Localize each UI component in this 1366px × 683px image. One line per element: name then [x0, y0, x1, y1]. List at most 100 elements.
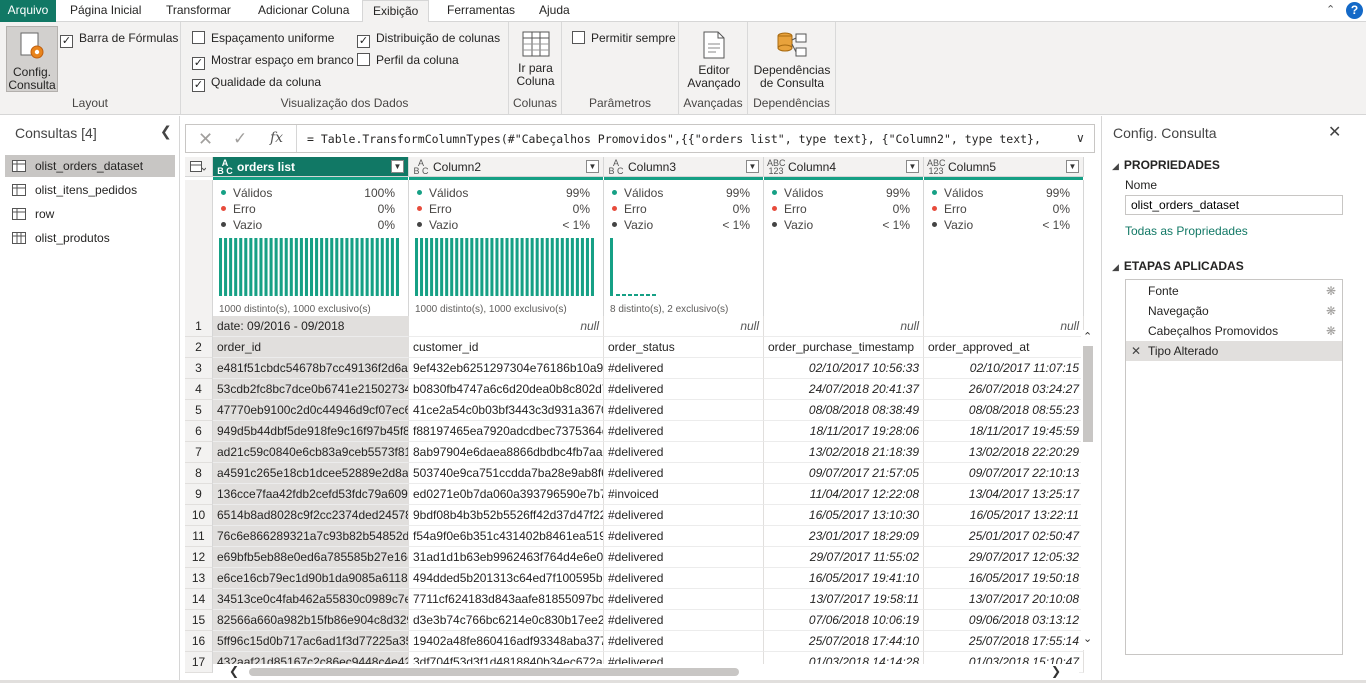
- table-cell[interactable]: #delivered: [604, 379, 764, 400]
- table-cell[interactable]: null: [409, 316, 604, 337]
- tab-adicionar-coluna[interactable]: Adicionar Coluna: [248, 0, 359, 22]
- table-cell[interactable]: date: 09/2016 - 09/2018: [213, 316, 409, 337]
- table-cell[interactable]: 47770eb9100c2d0c44946d9cf07ec65d: [213, 400, 409, 421]
- column-header-4[interactable]: ABC 123 Column5 ▼: [924, 157, 1084, 177]
- column-type-icon[interactable]: AB C: [607, 159, 625, 176]
- table-cell[interactable]: f88197465ea7920adcdbec7375364d82: [409, 421, 604, 442]
- table-cell[interactable]: null: [924, 316, 1084, 337]
- step-tipo-alterado[interactable]: ✕ Tipo Alterado: [1126, 341, 1342, 361]
- tab-ferramentas[interactable]: Ferramentas: [437, 0, 525, 22]
- column-header-2[interactable]: AB C Column3 ▼: [604, 157, 764, 177]
- query-item-olist-produtos[interactable]: olist_produtos: [5, 227, 175, 249]
- table-cell[interactable]: 18/11/2017 19:28:06: [764, 421, 924, 442]
- column-type-icon[interactable]: AB C: [216, 159, 234, 176]
- table-cell[interactable]: 16/05/2017 13:22:11: [924, 505, 1084, 526]
- table-cell[interactable]: d3e3b74c766bc6214e0c830b17ee2341: [409, 610, 604, 631]
- table-cell[interactable]: 08/08/2018 08:55:23: [924, 400, 1084, 421]
- table-cell[interactable]: 13/04/2017 13:25:17: [924, 484, 1084, 505]
- column-filter-dropdown-icon[interactable]: ▼: [586, 160, 599, 173]
- table-cell[interactable]: 25/01/2017 02:50:47: [924, 526, 1084, 547]
- column-filter-dropdown-icon[interactable]: ▼: [906, 160, 919, 173]
- table-cell[interactable]: #delivered: [604, 547, 764, 568]
- tab-pagina-inicial[interactable]: Página Inicial: [60, 0, 151, 22]
- row-number[interactable]: 15: [185, 610, 213, 631]
- row-number[interactable]: 4: [185, 379, 213, 400]
- fx-icon[interactable]: fx: [270, 130, 283, 146]
- table-cell[interactable]: f54a9f0e6b351c431402b8461ea51999: [409, 526, 604, 547]
- table-cell[interactable]: 13/02/2018 21:18:39: [764, 442, 924, 463]
- ir-para-coluna-button[interactable]: Ir para Coluna: [513, 30, 558, 88]
- gear-icon[interactable]: ❋: [1326, 281, 1336, 301]
- row-number[interactable]: 5: [185, 400, 213, 421]
- table-cell[interactable]: 02/10/2017 11:07:15: [924, 358, 1084, 379]
- table-cell[interactable]: 25/07/2018 17:55:14: [924, 631, 1084, 652]
- collapse-pane-icon[interactable]: ❮: [160, 123, 172, 140]
- table-cell[interactable]: order_status: [604, 337, 764, 358]
- column-type-icon[interactable]: AB C: [412, 159, 430, 176]
- column-filter-dropdown-icon[interactable]: ▼: [1066, 160, 1079, 173]
- table-cell[interactable]: ad21c59c0840e6cb83a9ceb5573f8159: [213, 442, 409, 463]
- collapse-ribbon-icon[interactable]: ⌃: [1326, 3, 1335, 16]
- vertical-scrollbar[interactable]: ⌃ ⌄: [1081, 330, 1095, 650]
- table-cell[interactable]: 19402a48fe860416adf93348aba37740: [409, 631, 604, 652]
- table-cell[interactable]: 09/06/2018 03:13:12: [924, 610, 1084, 631]
- table-cell[interactable]: 6514b8ad8028c9f2cc2374ded245783f: [213, 505, 409, 526]
- column-filter-dropdown-icon[interactable]: ▼: [391, 160, 404, 173]
- row-number[interactable]: 6: [185, 421, 213, 442]
- permitir-sempre-checkbox[interactable]: Permitir sempre: [572, 30, 676, 46]
- row-number[interactable]: 14: [185, 589, 213, 610]
- table-cell[interactable]: 53cdb2fc8bc7dce0b6741e2150273451: [213, 379, 409, 400]
- row-number[interactable]: 2: [185, 337, 213, 358]
- scroll-up-icon[interactable]: ⌃: [1083, 330, 1092, 343]
- horizontal-scroll-thumb[interactable]: [249, 668, 739, 676]
- table-cell[interactable]: b0830fb4747a6c6d20dea0b8c802d7ef: [409, 379, 604, 400]
- query-item-row[interactable]: row: [5, 203, 175, 225]
- table-cell[interactable]: #delivered: [604, 610, 764, 631]
- table-cell[interactable]: 29/07/2017 11:55:02: [764, 547, 924, 568]
- column-filter-dropdown-icon[interactable]: ▼: [746, 160, 759, 173]
- delete-step-icon[interactable]: ✕: [1131, 341, 1141, 361]
- table-cell[interactable]: e69bfb5eb88e0ed6a785585b27e16dbf: [213, 547, 409, 568]
- table-cell[interactable]: 494dded5b201313c64ed7f100595b95c: [409, 568, 604, 589]
- column-type-icon[interactable]: ABC 123: [927, 159, 946, 176]
- table-cell[interactable]: e481f51cbdc54678b7cc49136f2d6af7: [213, 358, 409, 379]
- row-number[interactable]: 3: [185, 358, 213, 379]
- barra-formulas-checkbox[interactable]: ✓ Barra de Fórmulas: [60, 30, 178, 48]
- mostrar-espaco-checkbox[interactable]: ✓ Mostrar espaço em branco: [192, 52, 354, 70]
- step-cabecalhos[interactable]: Cabeçalhos Promovidos ❋: [1126, 321, 1342, 341]
- table-cell[interactable]: #delivered: [604, 568, 764, 589]
- table-cell[interactable]: 13/02/2018 22:20:29: [924, 442, 1084, 463]
- table-cell[interactable]: 8ab97904e6daea8866dbdbc4fb7aad2c: [409, 442, 604, 463]
- horizontal-scrollbar[interactable]: ❮ ❯: [213, 664, 1079, 680]
- row-number[interactable]: 10: [185, 505, 213, 526]
- table-cell[interactable]: null: [604, 316, 764, 337]
- row-number[interactable]: 17: [185, 652, 213, 673]
- column-header-0[interactable]: AB Corders list ▼: [213, 157, 409, 177]
- table-menu-icon[interactable]: [185, 157, 213, 177]
- commit-formula-icon[interactable]: ✓: [233, 129, 247, 149]
- table-cell[interactable]: #delivered: [604, 526, 764, 547]
- section-etapas[interactable]: ◢ ETAPAS APLICADAS: [1112, 259, 1244, 273]
- table-cell[interactable]: #delivered: [604, 631, 764, 652]
- table-cell[interactable]: 16/05/2017 13:10:30: [764, 505, 924, 526]
- table-cell[interactable]: #delivered: [604, 358, 764, 379]
- table-cell[interactable]: #invoiced: [604, 484, 764, 505]
- help-icon[interactable]: ?: [1346, 2, 1363, 19]
- chevron-down-icon[interactable]: ∨: [1076, 131, 1085, 145]
- table-cell[interactable]: 82566a660a982b15fb86e904c8d32918: [213, 610, 409, 631]
- tab-transformar[interactable]: Transformar: [156, 0, 241, 22]
- row-number[interactable]: 16: [185, 631, 213, 652]
- table-cell[interactable]: 13/07/2017 20:10:08: [924, 589, 1084, 610]
- table-cell[interactable]: order_approved_at: [924, 337, 1084, 358]
- table-cell[interactable]: 5ff96c15d0b717ac6ad1f3d77225a350: [213, 631, 409, 652]
- table-cell[interactable]: order_purchase_timestamp: [764, 337, 924, 358]
- todas-propriedades-link[interactable]: Todas as Propriedades: [1125, 224, 1248, 238]
- dependencias-button[interactable]: Dependências de Consulta: [751, 30, 833, 90]
- table-cell[interactable]: 31ad1d1b63eb9962463f764d4e6e0c9d: [409, 547, 604, 568]
- table-cell[interactable]: #delivered: [604, 505, 764, 526]
- row-number[interactable]: 1: [185, 316, 213, 337]
- table-cell[interactable]: 26/07/2018 03:24:27: [924, 379, 1084, 400]
- table-cell[interactable]: 34513ce0c4fab462a55830c0989c7edb: [213, 589, 409, 610]
- gear-icon[interactable]: ❋: [1326, 321, 1336, 341]
- table-cell[interactable]: 16/05/2017 19:50:18: [924, 568, 1084, 589]
